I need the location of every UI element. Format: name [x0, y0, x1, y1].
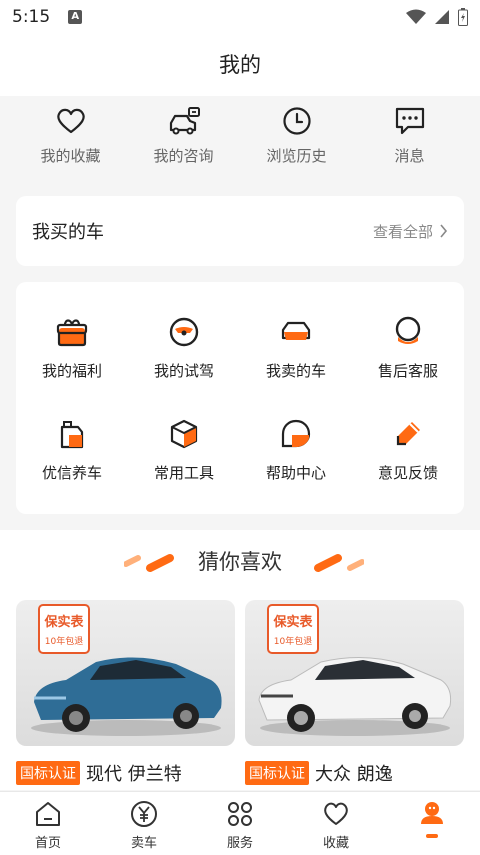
- clock-icon: [280, 104, 314, 138]
- car-info: 国标认证 现代 伊兰特: [16, 760, 235, 786]
- car-card[interactable]: 保实表 10年包退 国标认证 现代 伊兰特: [16, 600, 235, 786]
- chevron-right-icon: [440, 224, 448, 238]
- service-tools[interactable]: 常用工具: [128, 418, 240, 483]
- certified-badge: 国标认证: [16, 761, 80, 785]
- wifi-icon: [406, 9, 426, 24]
- decoration-right-icon: [314, 554, 364, 572]
- service-label: 常用工具: [153, 464, 214, 482]
- nav-home[interactable]: 首页: [0, 792, 96, 855]
- bought-title: 我买的车: [32, 222, 104, 243]
- quick-label: 我的咨询: [153, 147, 214, 165]
- service-label: 优信养车: [41, 464, 102, 482]
- message-icon: [393, 104, 427, 138]
- view-all-link[interactable]: 查看全部: [373, 221, 448, 242]
- active-indicator-icon: [426, 834, 438, 838]
- certified-badge: 国标认证: [245, 761, 309, 785]
- page-title: 我的: [0, 34, 480, 96]
- nav-services[interactable]: 服务: [192, 792, 288, 855]
- gift-icon: [56, 319, 88, 347]
- service-label: 帮助中心: [265, 464, 326, 482]
- nav-label: 首页: [34, 836, 61, 851]
- nav-profile[interactable]: [384, 792, 480, 855]
- quick-label: 消息: [394, 147, 425, 165]
- service-label: 我的福利: [41, 362, 102, 380]
- nav-label: 收藏: [322, 836, 349, 851]
- service-car-care[interactable]: 优信养车: [16, 418, 128, 483]
- quick-history[interactable]: 浏览历史: [240, 104, 353, 174]
- service-welfare[interactable]: 我的福利: [16, 316, 128, 381]
- car-icon: [281, 321, 311, 340]
- bottom-nav: 首页 卖车 服务 收藏: [0, 791, 480, 855]
- view-all-label: 查看全部: [372, 222, 433, 241]
- service-label: 售后客服: [377, 362, 438, 380]
- car-photo: 保实表 10年包退: [245, 600, 464, 746]
- nav-label: 服务: [226, 836, 253, 851]
- car-sedan-image: [31, 657, 222, 736]
- service-label: 我的试驾: [153, 362, 214, 380]
- quick-actions: 我的收藏 我的咨询 浏览历史 消息: [0, 104, 480, 174]
- service-sold-cars[interactable]: 我卖的车: [240, 316, 352, 381]
- service-help[interactable]: 帮助中心: [240, 418, 352, 483]
- car-name: 现代 伊兰特: [86, 764, 182, 785]
- profile-icon: [421, 802, 443, 824]
- box-icon: [170, 419, 198, 449]
- quick-favorites[interactable]: 我的收藏: [14, 104, 127, 174]
- svg-text:保实表: 保实表: [43, 614, 84, 630]
- consult-icon: [167, 104, 201, 138]
- service-test-drive[interactable]: 我的试驾: [128, 316, 240, 381]
- nav-sell[interactable]: 卖车: [96, 792, 192, 855]
- car-photo: 保实表 10年包退: [16, 600, 235, 746]
- nav-label: 卖车: [130, 836, 157, 851]
- quick-consult[interactable]: 我的咨询: [127, 104, 240, 174]
- section-title: 猜你喜欢: [198, 550, 282, 574]
- quick-label: 浏览历史: [266, 147, 327, 165]
- grid-icon: [228, 802, 252, 826]
- oil-can-icon: [60, 421, 84, 449]
- car-sedan-image: [258, 657, 452, 736]
- status-icons: [406, 8, 468, 26]
- status-time: 5:15: [12, 7, 51, 27]
- nav-favorites[interactable]: 收藏: [288, 792, 384, 855]
- svg-text:保实表: 保实表: [272, 614, 313, 630]
- car-card[interactable]: 保实表 10年包退 国标认证 大众 朗逸: [245, 600, 464, 786]
- yuan-icon: [131, 801, 157, 827]
- pen-icon: [396, 422, 420, 446]
- heart-outline-icon: [324, 802, 348, 825]
- status-bar: 5:15 A: [0, 0, 480, 34]
- headset-icon: [395, 316, 421, 344]
- service-label: 意见反馈: [377, 464, 438, 482]
- service-feedback[interactable]: 意见反馈: [352, 418, 464, 483]
- service-after-sales[interactable]: 售后客服: [352, 316, 464, 381]
- quick-messages[interactable]: 消息: [353, 104, 466, 174]
- bought-cars-card[interactable]: 我买的车 查看全部: [16, 196, 464, 266]
- battery-icon: [458, 8, 468, 26]
- heart-icon: [54, 104, 88, 138]
- home-icon: [36, 802, 60, 826]
- steering-wheel-icon: [169, 317, 199, 347]
- car-info: 国标认证 大众 朗逸: [245, 760, 464, 786]
- services-card: 我的福利 我的试驾 我卖的车 售后客服 优信养车 常用工具 帮助中心 意见反馈: [16, 282, 464, 514]
- service-label: 我卖的车: [265, 362, 326, 380]
- notification-icon: A: [68, 10, 83, 24]
- signal-icon: [435, 10, 449, 24]
- help-bubble-icon: [281, 419, 311, 448]
- car-name: 大众 朗逸: [315, 764, 393, 785]
- recommendations-section: 猜你喜欢 保实表 10年包退 国标认证 现代 伊兰特 保实表 10年包退 国标认证 …: [0, 530, 480, 790]
- quick-label: 我的收藏: [40, 147, 101, 165]
